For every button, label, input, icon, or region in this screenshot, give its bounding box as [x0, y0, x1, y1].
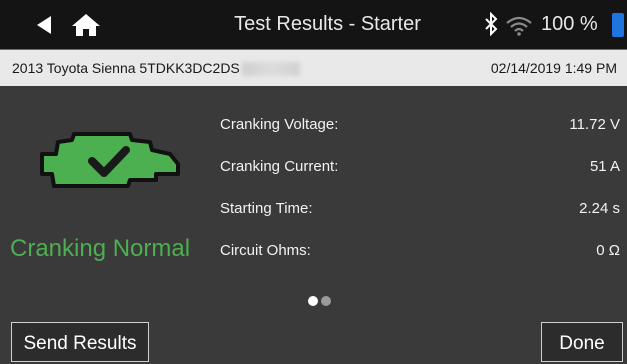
result-row-cranking-voltage: Cranking Voltage: 11.72 V: [220, 104, 620, 146]
battery-icon: [612, 13, 624, 37]
result-row-cranking-current: Cranking Current: 51 A: [220, 146, 620, 188]
screen: Test Results - Starter 100 % 2013 Toyota…: [0, 0, 627, 362]
status-label: Cranking Normal: [10, 235, 191, 262]
page-indicator[interactable]: [308, 295, 338, 307]
vehicle-description: 2013 Toyota Sienna: [12, 60, 136, 76]
test-datetime: 02/14/2019 1:49 PM: [490, 60, 617, 76]
back-arrow-icon[interactable]: [34, 15, 54, 35]
page-dot-inactive[interactable]: [321, 296, 331, 306]
result-label: Cranking Current:: [220, 158, 339, 175]
result-label: Circuit Ohms:: [220, 242, 311, 259]
vehicle-vin: 5TDKK3DC2DS: [139, 60, 240, 76]
result-label: Starting Time:: [220, 200, 313, 217]
done-button[interactable]: Done: [541, 322, 623, 362]
vehicle-info: 2013 Toyota Sienna 5TDKK3DC2DS: [12, 50, 300, 86]
result-row-starting-time: Starting Time: 2.24 s: [220, 188, 620, 230]
result-value: 51 A: [589, 158, 620, 175]
result-value: 2.24 s: [579, 200, 620, 217]
results-list: Cranking Voltage: 11.72 V Cranking Curre…: [220, 104, 620, 272]
engine-check-icon: [40, 132, 180, 188]
result-label: Cranking Voltage:: [220, 116, 339, 133]
result-value: 0 Ω: [596, 242, 620, 259]
send-results-button[interactable]: Send Results: [11, 322, 149, 362]
battery-percent: 100 %: [541, 13, 598, 35]
bluetooth-icon: [485, 12, 498, 36]
result-value: 11.72 V: [569, 116, 620, 133]
result-row-circuit-ohms: Circuit Ohms: 0 Ω: [220, 230, 620, 272]
vin-redaction: [241, 62, 300, 77]
page-dot-active[interactable]: [308, 296, 318, 306]
page-title: Test Results - Starter: [234, 13, 421, 35]
home-icon[interactable]: [71, 13, 101, 37]
vehicle-info-bar: 2013 Toyota Sienna 5TDKK3DC2DS 02/14/201…: [0, 50, 627, 86]
status-bar: Test Results - Starter 100 %: [0, 0, 627, 50]
wifi-icon: [506, 16, 532, 36]
